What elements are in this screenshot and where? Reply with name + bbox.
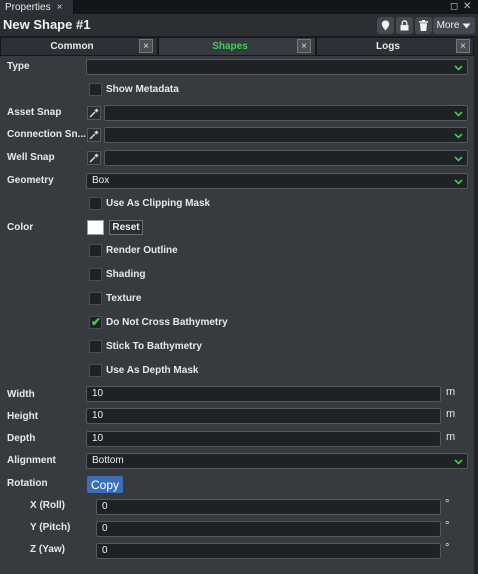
asset-snap-select[interactable]: [104, 105, 468, 121]
tab-common-close-icon[interactable]: ×: [139, 39, 153, 53]
depth-mask-label: Use As Depth Mask: [106, 365, 199, 376]
stick-to-bathymetry-label: Stick To Bathymetry: [106, 341, 202, 352]
connection-snap-select[interactable]: [104, 127, 468, 143]
rotation-x-label: X (Roll): [30, 500, 65, 511]
well-snap-label: Well Snap: [7, 152, 55, 163]
depth-mask-checkbox[interactable]: [89, 364, 102, 377]
show-metadata-checkbox[interactable]: [89, 83, 102, 96]
window-tab-title: Properties: [5, 1, 51, 13]
width-input[interactable]: 10: [86, 386, 441, 402]
window-titlebar: Properties × ◻ ✕: [0, 0, 478, 14]
tab-logs-close-icon[interactable]: ×: [456, 39, 470, 53]
rotation-z-value: 0: [102, 545, 108, 556]
rotation-z-input[interactable]: 0: [96, 543, 441, 559]
eyedropper-icon[interactable]: [87, 151, 101, 165]
type-label: Type: [7, 61, 30, 72]
rotation-label: Rotation: [7, 478, 48, 489]
close-window-icon[interactable]: ✕: [463, 1, 471, 13]
eyedropper-icon[interactable]: [87, 128, 101, 142]
chevron-down-icon: [454, 131, 463, 140]
location-pin-icon[interactable]: [377, 17, 394, 34]
tab-logs[interactable]: Logs: [316, 37, 474, 56]
eyedropper-icon[interactable]: [87, 106, 101, 120]
show-metadata-label: Show Metadata: [106, 84, 179, 95]
reset-color-button[interactable]: Reset: [109, 220, 143, 235]
asset-snap-label: Asset Snap: [7, 107, 62, 118]
shading-label: Shading: [106, 269, 146, 280]
rotation-x-input[interactable]: 0: [96, 499, 441, 515]
no-cross-bathymetry-label: Do Not Cross Bathymetry: [106, 317, 228, 328]
rotation-z-label: Z (Yaw): [30, 544, 66, 555]
depth-unit: m: [446, 431, 456, 443]
checkmark-icon: ✔: [91, 315, 102, 329]
well-snap-select[interactable]: [104, 150, 468, 166]
geometry-select[interactable]: Box: [86, 173, 468, 189]
tab-shapes-close-icon[interactable]: ×: [297, 39, 311, 53]
chevron-down-icon: [454, 457, 463, 466]
depth-value: 10: [92, 433, 104, 444]
texture-checkbox[interactable]: [89, 292, 102, 305]
window-tab-close-icon[interactable]: ×: [57, 2, 63, 13]
rotation-z-unit: °: [445, 542, 450, 554]
rotation-x-unit: °: [445, 498, 450, 510]
geometry-label: Geometry: [7, 175, 54, 186]
alignment-value: Bottom: [92, 455, 124, 466]
width-label: Width: [7, 389, 35, 400]
color-swatch[interactable]: [87, 220, 104, 235]
depth-input[interactable]: 10: [86, 431, 441, 447]
height-label: Height: [7, 411, 39, 422]
height-value: 10: [92, 410, 104, 421]
chevron-down-icon: [454, 154, 463, 163]
chevron-down-icon: [454, 63, 463, 72]
properties-window-tab[interactable]: Properties ×: [0, 0, 74, 14]
rotation-y-unit: °: [445, 520, 450, 532]
tab-common[interactable]: Common: [0, 37, 158, 56]
alignment-label: Alignment: [7, 455, 56, 466]
geometry-value: Box: [92, 175, 110, 186]
lock-icon[interactable]: [396, 17, 413, 34]
tab-shapes[interactable]: Shapes: [158, 37, 316, 56]
trash-icon[interactable]: [415, 17, 432, 34]
connection-snap-label: Connection Sn...: [7, 129, 86, 140]
tab-logs-label: Logs: [376, 41, 400, 52]
render-outline-checkbox[interactable]: [89, 244, 102, 257]
more-label: More: [436, 20, 460, 31]
panel-scrollbar[interactable]: [474, 56, 478, 574]
tab-common-label: Common: [50, 41, 94, 52]
tab-strip: Common × Shapes × Logs ×: [0, 37, 478, 56]
caret-down-icon: [462, 23, 471, 28]
shading-checkbox[interactable]: [89, 268, 102, 281]
chevron-down-icon: [454, 109, 463, 118]
tab-shapes-label: Shapes: [212, 41, 248, 52]
stick-to-bathymetry-checkbox[interactable]: [89, 340, 102, 353]
more-menu-button[interactable]: More: [433, 17, 475, 34]
width-unit: m: [446, 386, 456, 398]
no-cross-bathymetry-checkbox[interactable]: ✔: [89, 315, 102, 329]
panel-header: New Shape #1 More: [0, 14, 478, 36]
alignment-select[interactable]: Bottom: [86, 453, 468, 469]
depth-label: Depth: [7, 433, 36, 444]
restore-window-icon[interactable]: ◻: [450, 1, 458, 13]
color-label: Color: [7, 222, 34, 233]
type-select[interactable]: [86, 59, 468, 75]
chevron-down-icon: [454, 177, 463, 186]
rotation-y-label: Y (Pitch): [30, 522, 71, 533]
height-unit: m: [446, 408, 456, 420]
rotation-x-value: 0: [102, 501, 108, 512]
rotation-y-input[interactable]: 0: [96, 521, 441, 537]
shape-title: New Shape #1: [3, 17, 91, 32]
rotation-y-value: 0: [102, 523, 108, 534]
clipping-mask-label: Use As Clipping Mask: [106, 198, 211, 209]
render-outline-label: Render Outline: [106, 245, 178, 256]
copy-rotation-button[interactable]: Copy: [87, 476, 123, 493]
clipping-mask-checkbox[interactable]: [89, 197, 102, 210]
width-value: 10: [92, 388, 104, 399]
height-input[interactable]: 10: [86, 408, 441, 424]
texture-label: Texture: [106, 293, 142, 304]
